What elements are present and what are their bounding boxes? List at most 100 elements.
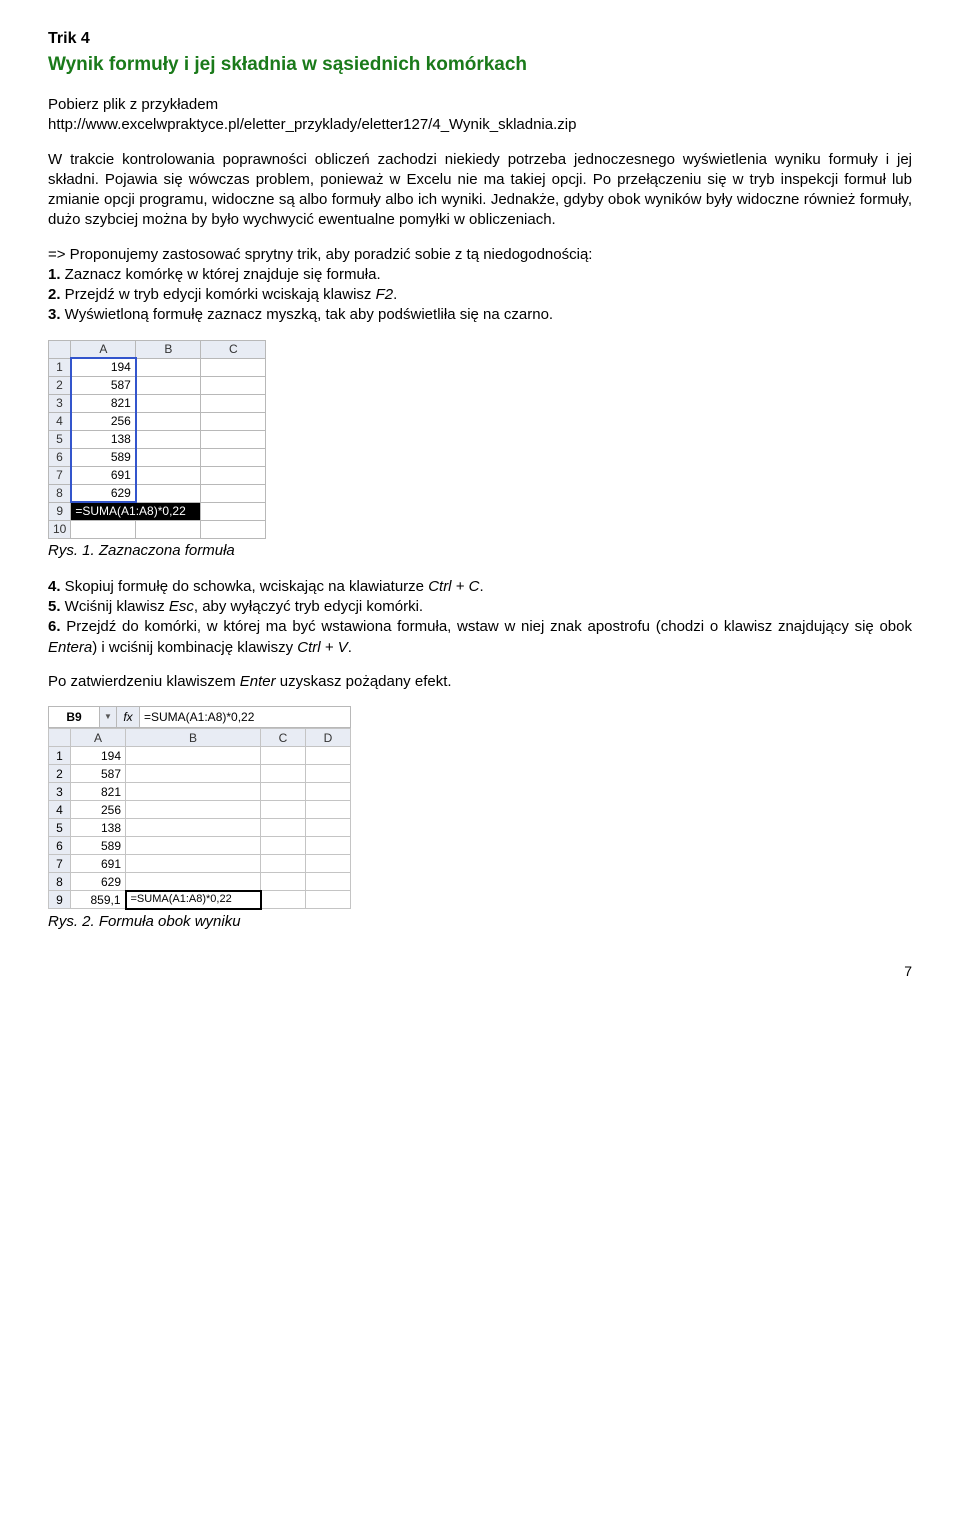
cell [261,837,306,855]
cell [71,520,136,538]
cell [306,801,351,819]
cell: 589 [71,837,126,855]
steps-block-a: => Proponujemy zastosować sprytny trik, … [48,245,912,326]
screenshot-2: B9 ▼ fx =SUMA(A1:A8)*0,22 A B C D 1194 2… [48,706,351,910]
col-header: A [71,340,136,358]
name-box: B9 [49,707,100,727]
cell [261,765,306,783]
row-header: 2 [49,765,71,783]
step-2: 2. Przejdź w tryb edycji komórki wciskaj… [48,285,912,305]
row-header: 8 [49,484,71,502]
step-6: 6. Przejdź do komórki, w której ma być w… [48,617,912,658]
row-header: 4 [49,801,71,819]
steps-block-b: 4. Skopiuj formułę do schowka, wciskając… [48,577,912,658]
step-text: Skopiuj formułę do schowka, wciskając na… [61,578,429,595]
caption-1: Rys. 1. Zaznaczona formuła [48,541,912,561]
paragraph-1: W trakcie kontrolowania poprawności obli… [48,150,912,231]
download-url: http://www.excelwpraktyce.pl/eletter_prz… [48,115,912,135]
cell [306,837,351,855]
row-header: 9 [49,891,71,909]
step-num: 1. [48,266,61,283]
corner-cell [49,729,71,747]
cell [306,747,351,765]
cell [306,819,351,837]
row-header: 3 [49,394,71,412]
cell: 138 [71,819,126,837]
cell [136,412,201,430]
cell: 629 [71,484,136,502]
cell [126,747,261,765]
col-header: D [306,729,351,747]
step-4: 4. Skopiuj formułę do schowka, wciskając… [48,577,912,597]
cell [306,891,351,909]
step-mid: ) i wciśnij kombinację klawiszy [92,639,297,656]
cell [261,873,306,891]
step-num: 2. [48,286,61,303]
cell [126,765,261,783]
formula-highlight: =SUMA(A1:A8)*0,22 [71,502,201,520]
cell [136,358,201,376]
download-block: Pobierz plik z przykładem http://www.exc… [48,95,912,136]
cell [261,891,306,909]
row-header: 10 [49,520,71,538]
row-header: 1 [49,747,71,765]
step-text: Wciśnij klawisz [61,598,169,615]
cell [261,801,306,819]
cell [261,855,306,873]
cell [136,448,201,466]
row-header: 9 [49,502,71,520]
page-number: 7 [48,962,912,981]
cell [201,502,266,520]
cell [201,394,266,412]
paragraph-after: Po zatwierdzeniu klawiszem Enter uzyskas… [48,672,912,692]
spreadsheet-2: A B C D 1194 2587 3821 4256 5138 6589 76… [48,728,351,910]
row-header: 7 [49,466,71,484]
cell [136,466,201,484]
cell: 821 [71,783,126,801]
step-5: 5. Wciśnij klawisz Esc, aby wyłączyć try… [48,597,912,617]
download-label: Pobierz plik z przykładem [48,95,912,115]
step-1: 1. Zaznacz komórkę w której znajduje się… [48,265,912,285]
namebox-dropdown-icon: ▼ [100,707,117,727]
cell [126,819,261,837]
step-key: Ctrl + V [297,639,347,656]
step-key: Esc [169,598,194,615]
row-header: 4 [49,412,71,430]
page-title: Wynik formuły i jej składnia w sąsiednic… [48,52,912,78]
step-num: 5. [48,598,61,615]
step-num: 3. [48,306,61,323]
trik-label: Trik 4 [48,28,912,50]
cell [306,765,351,783]
caption-2: Rys. 2. Formuła obok wyniku [48,912,912,932]
cell: 859,1 [71,891,126,909]
col-header: A [71,729,126,747]
step-text: Wyświetloną formułę zaznacz myszką, tak … [61,306,554,323]
para-key: Enter [240,673,276,690]
cell [306,783,351,801]
cell [201,466,266,484]
cell [126,801,261,819]
col-header: C [261,729,306,747]
cell [136,430,201,448]
col-header: B [126,729,261,747]
cell [201,430,266,448]
cell: 587 [71,765,126,783]
cell [126,855,261,873]
cell [306,873,351,891]
cell [201,358,266,376]
step-num: 6. [48,618,61,635]
step-text: Przejdź w tryb edycji komórki wciskają k… [61,286,376,303]
row-header: 7 [49,855,71,873]
para-end: uzyskasz pożądany efekt. [276,673,452,690]
step-key: F2 [376,286,394,303]
cell: 589 [71,448,136,466]
cell [201,484,266,502]
fx-icon: fx [117,707,140,727]
step-key: Ctrl + C [428,578,479,595]
cell: 194 [71,358,136,376]
col-header: C [201,340,266,358]
formula-bar: B9 ▼ fx =SUMA(A1:A8)*0,22 [48,706,351,728]
corner-cell [49,340,71,358]
row-header: 6 [49,448,71,466]
step-end: . [393,286,397,303]
